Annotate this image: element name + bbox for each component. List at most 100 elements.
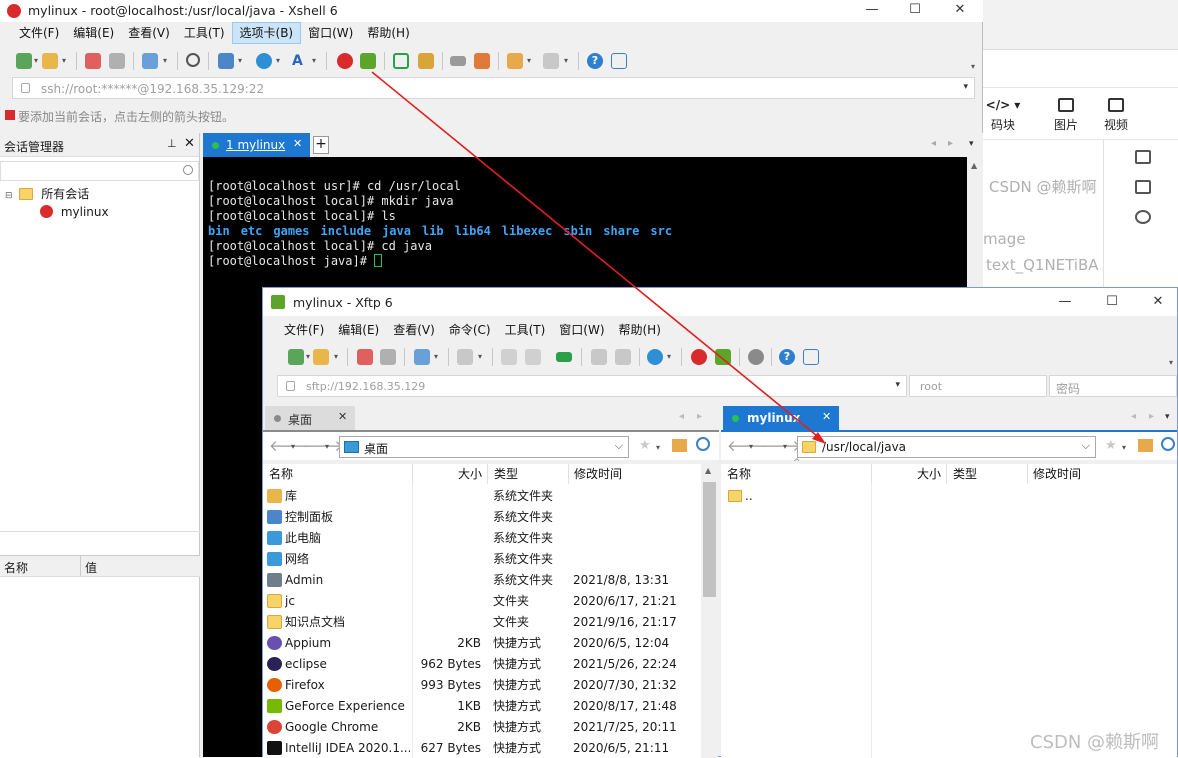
maximize-button[interactable]: ☐ [893, 0, 937, 22]
path-dropdown-icon[interactable]: ⌵ [615, 439, 623, 453]
disconnect-icon[interactable] [109, 53, 125, 69]
xftp-menu-item[interactable]: 帮助(H) [612, 319, 668, 341]
xftp-icon[interactable] [715, 349, 731, 365]
xftp-maximize-button[interactable]: ☐ [1090, 292, 1134, 314]
username-field[interactable]: root [909, 375, 1047, 397]
table-row[interactable]: 网络 系统文件夹 [263, 549, 701, 570]
globe-icon[interactable] [256, 53, 272, 69]
close-panel-icon[interactable]: ✕ [184, 136, 195, 151]
address-dropdown-icon[interactable]: ▾ [963, 82, 968, 92]
new-session-icon[interactable] [16, 53, 32, 69]
table-row[interactable]: IntelliJ IDEA 2020.1.... 627 Bytes 快捷方式 202… [263, 738, 701, 758]
col-name-header[interactable]: 名称 [727, 464, 751, 484]
chat-icon[interactable] [611, 53, 627, 69]
arrow-bookmark-icon[interactable] [5, 110, 15, 120]
new-tab-button[interactable]: + [313, 136, 329, 154]
table-row[interactable]: Google Chrome 2KB 快捷方式 2021/7/25, 20:11 [263, 717, 701, 738]
properties-icon[interactable] [414, 349, 430, 365]
code-block-tool[interactable]: </> ▾ 码块 [983, 98, 1023, 133]
tab-scroll-right-icon[interactable]: ▸ [697, 411, 702, 422]
local-scrollbar[interactable]: ▲ [701, 464, 718, 758]
xftp-menu-item[interactable]: 窗口(W) [552, 319, 611, 341]
local-path-input[interactable]: 桌面 ⌵ [339, 436, 629, 458]
tree-root[interactable]: ⊟ 所有会话 [5, 185, 89, 202]
connect-icon[interactable] [357, 349, 373, 365]
tab-menu-icon[interactable]: ▾ [1165, 412, 1170, 422]
col-modified-header[interactable]: 修改时间 [1033, 464, 1081, 484]
highlight-icon[interactable] [474, 53, 490, 69]
col-type-header[interactable]: 类型 [953, 464, 977, 484]
col-size-header[interactable]: 大小 [917, 464, 941, 484]
tab-remote-mylinux[interactable]: mylinux ✕ [723, 406, 839, 430]
open-folder-icon[interactable] [313, 349, 329, 365]
tab-scroll-right-icon[interactable]: ▸ [1149, 411, 1154, 422]
table-row[interactable]: 此电脑 系统文件夹 [263, 528, 701, 549]
xshell-icon[interactable] [691, 349, 707, 365]
xshell-menu-item[interactable]: 工具(T) [177, 22, 232, 44]
xftp-menu-item[interactable]: 命令(C) [442, 319, 498, 341]
session-search-input[interactable] [0, 161, 199, 181]
xshell-icon[interactable] [337, 53, 353, 69]
disconnect-icon[interactable] [380, 349, 396, 365]
password-field[interactable]: 密码 [1049, 375, 1177, 397]
open-folder-icon[interactable] [42, 53, 58, 69]
tab-mylinux[interactable]: 1 mylinux ✕ [203, 133, 310, 157]
keyboard-icon[interactable] [450, 56, 466, 66]
lock-icon[interactable] [418, 53, 434, 69]
refresh-icon[interactable] [696, 437, 710, 451]
tab-scroll-left-icon[interactable]: ◂ [1131, 411, 1136, 422]
xshell-menu-item[interactable]: 窗口(W) [301, 22, 360, 44]
find-icon[interactable] [186, 53, 200, 67]
compose-icon[interactable] [507, 53, 523, 69]
xshell-menu-item[interactable]: 帮助(H) [360, 22, 416, 44]
remote-path-input[interactable]: /usr/local/java ⌵ [797, 436, 1096, 458]
xftp-minimize-button[interactable]: — [1043, 292, 1087, 314]
close-button[interactable]: ✕ [938, 0, 982, 22]
preview-eye-icon[interactable] [1135, 210, 1151, 224]
table-row[interactable]: Firefox 993 Bytes 快捷方式 2020/7/30, 21:32 [263, 675, 701, 696]
help-icon[interactable]: ? [587, 53, 603, 69]
col-type-header[interactable]: 类型 [494, 464, 518, 484]
props-value-header[interactable]: 值 [85, 559, 97, 576]
tab-close-icon[interactable]: ✕ [293, 137, 302, 150]
sync-icon[interactable] [556, 352, 572, 362]
table-row[interactable]: Admin 系统文件夹 2021/8/8, 13:31 [263, 570, 701, 591]
table-row[interactable]: 库 系统文件夹 [263, 486, 701, 507]
tab-menu-icon[interactable]: ▾ [969, 139, 974, 149]
tab-local-desktop[interactable]: 桌面 ✕ [265, 406, 355, 430]
fullscreen-icon[interactable] [393, 53, 409, 69]
layout-icon[interactable] [1135, 180, 1151, 194]
table-row[interactable]: 控制面板 系统文件夹 [263, 507, 701, 528]
xftp-close-button[interactable]: ✕ [1136, 292, 1178, 314]
table-row[interactable]: 知识点文档 文件夹 2021/9/16, 21:17 [263, 612, 701, 633]
table-row[interactable]: GeForce Experience 1KB 快捷方式 2020/8/17, 21:4… [263, 696, 701, 717]
xshell-menu-item[interactable]: 选项卡(B) [231, 22, 302, 44]
tab-scroll-right-icon[interactable]: ▸ [948, 138, 953, 149]
tab-close-icon[interactable]: ✕ [338, 410, 347, 423]
refresh-icon[interactable] [1161, 437, 1175, 451]
table-row[interactable]: eclipse 962 Bytes 快捷方式 2021/5/26, 22:24 [263, 654, 701, 675]
scrollbar-thumb[interactable] [703, 482, 716, 597]
tab-scroll-left-icon[interactable]: ◂ [931, 138, 936, 149]
bookmark-star-icon[interactable]: ★ [639, 438, 651, 453]
tab-close-icon[interactable]: ✕ [822, 410, 831, 423]
upload-icon[interactable] [501, 349, 517, 365]
minimize-button[interactable]: — [850, 0, 894, 22]
chat-icon[interactable] [803, 349, 819, 365]
xshell-menu-item[interactable]: 文件(F) [12, 22, 66, 44]
table-row-parent[interactable]: .. [721, 486, 1177, 507]
font-icon[interactable]: A [292, 53, 308, 69]
parent-folder-icon[interactable] [672, 439, 687, 452]
collapse-icon[interactable]: ⊟ [5, 191, 13, 201]
xftp-menu-item[interactable]: 文件(F) [277, 319, 331, 341]
xftp-menu-item[interactable]: 查看(V) [386, 319, 442, 341]
table-row[interactable]: jc 文件夹 2020/6/17, 21:21 [263, 591, 701, 612]
col-size-header[interactable]: 大小 [458, 464, 482, 484]
xshell-menu-item[interactable]: 编辑(E) [66, 22, 121, 44]
tab-scroll-left-icon[interactable]: ◂ [679, 411, 684, 422]
parent-folder-icon[interactable] [1138, 439, 1153, 452]
help-icon[interactable]: ? [779, 349, 795, 365]
forward-arrow-icon[interactable]: 🡒 [761, 436, 801, 455]
transfer-icon[interactable] [218, 53, 234, 69]
copy-icon[interactable] [591, 349, 607, 365]
